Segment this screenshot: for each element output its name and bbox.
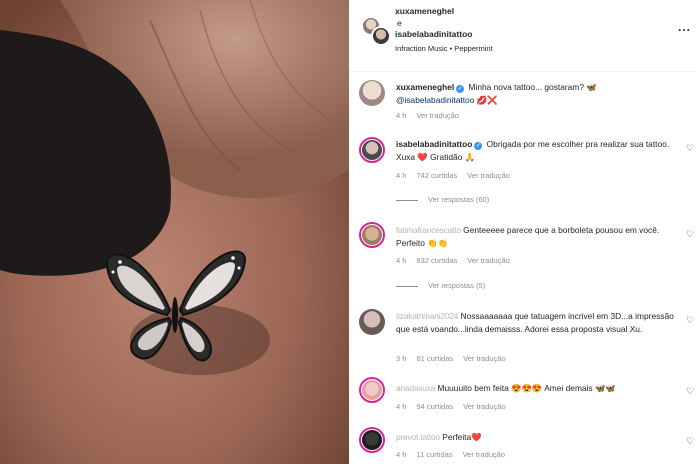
collab-avatars[interactable] (361, 16, 391, 46)
view-replies-button[interactable]: Ver respostas (5) (396, 281, 485, 290)
replies-label: Ver respostas (5) (428, 281, 486, 290)
likes-count[interactable]: 632 curtidas (416, 256, 457, 265)
like-heart-icon[interactable]: ♡ (686, 315, 694, 326)
post-header: xuxameneghel e isabelabadinitattoo Infra… (349, 0, 696, 72)
replies-divider (396, 285, 418, 287)
replies-divider (396, 199, 418, 201)
see-translation-link[interactable]: Ver tradução (416, 111, 459, 120)
avatar[interactable] (359, 427, 385, 453)
like-heart-icon[interactable]: ♡ (686, 386, 694, 397)
comment-time[interactable]: 4 h (396, 256, 406, 265)
comment-username[interactable]: tizakatrimani2024 (396, 311, 458, 321)
verified-icon: ✓ (474, 142, 483, 150)
verified-icon: ✓ (456, 85, 465, 93)
comment-message: Perfeita❤️ (442, 432, 482, 442)
see-translation-link[interactable]: Ver tradução (463, 450, 506, 459)
likes-count[interactable]: 742 curtidas (416, 171, 457, 180)
comment-time[interactable]: 4 h (396, 450, 406, 459)
comment-username[interactable]: anadaxuxa (396, 383, 435, 393)
header-username-1[interactable]: xuxameneghel (395, 6, 454, 16)
comments-panel: xuxameneghel e isabelabadinitattoo Infra… (349, 0, 696, 464)
comment-username[interactable]: isabelabadinitattoo (396, 139, 472, 149)
likes-count[interactable]: 94 curtidas (416, 402, 453, 411)
like-heart-icon[interactable]: ♡ (686, 143, 694, 154)
comment-time[interactable]: 3 h (396, 354, 406, 363)
avatar[interactable] (359, 377, 385, 403)
avatar[interactable] (359, 80, 385, 106)
header-username-2[interactable]: isabelabadinitattoo (395, 29, 472, 39)
emoji-trail: 💋❌ (476, 94, 498, 105)
butterfly-tattoo-image (0, 0, 349, 464)
comment-meta: 4 h 632 curtidas Ver tradução (396, 256, 520, 265)
comment-text: fatimafrancescatto Genteeeee parece que … (396, 224, 678, 249)
avatar[interactable] (359, 309, 385, 335)
comment-meta: 4 h 94 curtidas Ver tradução (396, 402, 516, 411)
see-translation-link[interactable]: Ver tradução (467, 171, 510, 180)
comment-username[interactable]: xuxameneghel (396, 82, 454, 92)
replies-label: Ver respostas (60) (428, 195, 490, 204)
comment-meta: 4 h 742 curtidas Ver tradução (396, 171, 520, 180)
likes-count[interactable]: 11 curtidas (416, 450, 452, 459)
comment-username[interactable]: fatimafrancescatto (396, 225, 461, 235)
comment-text: anadaxuxa Muuuuito bem feita 😍😍😍 Amei de… (396, 382, 678, 395)
avatar[interactable] (359, 137, 385, 163)
header-and-text: e (397, 18, 402, 28)
see-translation-link[interactable]: Ver tradução (463, 354, 506, 363)
comment-meta: 4 h 11 curtidas Ver tradução (396, 450, 515, 459)
comment-username[interactable]: prevot.tattoo (396, 432, 440, 442)
comment-meta: 4 h Ver tradução (396, 111, 469, 120)
like-heart-icon[interactable]: ♡ (686, 229, 694, 240)
like-heart-icon[interactable]: ♡ (686, 436, 694, 447)
comment-text: xuxameneghel ✓ Minha nova tattoo... gosta… (396, 81, 678, 106)
mention-link[interactable]: @isabelabadinitattoo (396, 95, 474, 105)
comment-time[interactable]: 4 h (396, 402, 406, 411)
comment-text: isabelabadinitattoo ✓ Obrigada por me esc… (396, 138, 678, 163)
comment-meta: 3 h 81 curtidas Ver tradução (396, 354, 516, 363)
see-translation-link[interactable]: Ver tradução (467, 256, 510, 265)
view-replies-button[interactable]: Ver respostas (60) (396, 195, 489, 204)
comment-message: Muuuuito bem feita 😍😍😍 Amei demais 🦋🦋 (437, 383, 616, 393)
comment-text: tizakatrimani2024 Nossaaaaaaa que tatuag… (396, 310, 678, 335)
likes-count[interactable]: 81 curtidas (416, 354, 453, 363)
music-label[interactable]: Infraction Music • Peppermint (395, 44, 493, 53)
avatar[interactable] (371, 26, 391, 46)
more-options-icon[interactable]: ... (678, 20, 691, 34)
comment-time[interactable]: 4 h (396, 111, 406, 120)
comment-text: prevot.tattoo Perfeita❤️ (396, 431, 678, 444)
comment-time[interactable]: 4 h (396, 171, 406, 180)
see-translation-link[interactable]: Ver tradução (463, 402, 506, 411)
comment-message: Minha nova tattoo... gostaram? 🦋 (468, 82, 597, 92)
avatar[interactable] (359, 222, 385, 248)
post-photo[interactable] (0, 0, 349, 464)
